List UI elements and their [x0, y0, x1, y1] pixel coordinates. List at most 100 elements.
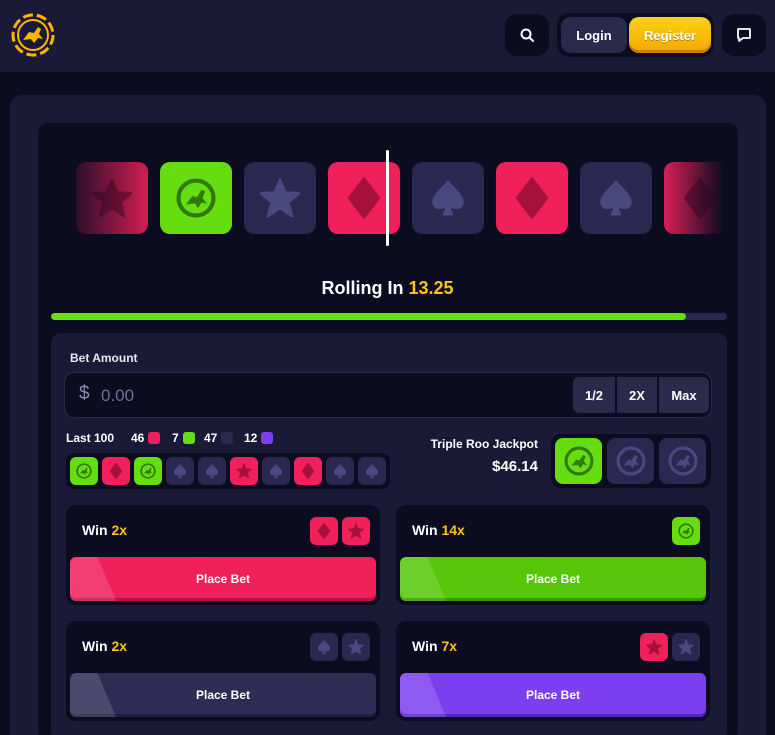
- top-header: Login Register: [0, 0, 775, 72]
- reel-tile-diamond: [328, 162, 400, 234]
- card-title: Win 14x: [412, 522, 465, 538]
- round-progress-bar: [51, 313, 727, 320]
- kangaroo-icon: [140, 463, 156, 479]
- max-bet-button[interactable]: Max: [659, 377, 709, 413]
- place-bet-purple-button[interactable]: Place Bet: [70, 673, 376, 717]
- history-tile-kangaroo: [70, 457, 98, 485]
- history-tile-kangaroo: [134, 457, 162, 485]
- card-title: Win 7x: [412, 638, 457, 654]
- stat-purple-count: 47: [204, 431, 218, 445]
- jackpot-slots: [551, 434, 711, 488]
- history-tile-spade: [326, 457, 354, 485]
- win-label: Win: [82, 522, 108, 538]
- bet-card-green: Win 14x Place Bet: [396, 505, 710, 605]
- history-tile-spade: [358, 457, 386, 485]
- login-button[interactable]: Login: [561, 17, 627, 53]
- reel-pointer: [386, 150, 389, 246]
- double-bet-button[interactable]: 2X: [617, 377, 657, 413]
- purple-swatch: [221, 432, 234, 444]
- badge-star: [640, 633, 668, 661]
- history-tile-spade: [198, 457, 226, 485]
- red-swatch: [148, 432, 161, 444]
- stat-red: 46: [131, 431, 161, 445]
- register-button[interactable]: Register: [629, 17, 711, 53]
- star-icon: [678, 639, 694, 655]
- roo-logo-icon[interactable]: [10, 12, 56, 58]
- stat-purple: 47: [204, 431, 234, 445]
- star-icon: [91, 178, 133, 218]
- diamond-icon: [317, 522, 331, 540]
- violet-swatch: [261, 432, 274, 444]
- jackpot-slot-empty: [659, 438, 706, 484]
- chat-icon: [737, 28, 751, 42]
- reel-tile-spade: [580, 162, 652, 234]
- search-icon: [520, 28, 534, 42]
- kangaroo-icon: [76, 463, 92, 479]
- card-badges: [672, 517, 700, 545]
- win-label: Win: [412, 638, 438, 654]
- search-button[interactable]: [505, 14, 549, 56]
- reel-tile-diamond: [664, 162, 727, 234]
- card-title: Win 2x: [82, 522, 127, 538]
- history-tile-spade: [262, 457, 290, 485]
- star-icon: [236, 463, 252, 479]
- star-icon: [259, 178, 301, 218]
- history-tile-star: [230, 457, 258, 485]
- place-bet-violet-button[interactable]: Place Bet: [400, 673, 706, 717]
- card-title: Win 2x: [82, 638, 127, 654]
- diamond-icon: [515, 177, 549, 219]
- history-tile-spade: [166, 457, 194, 485]
- spade-icon: [432, 179, 464, 216]
- rolling-label: Rolling In: [321, 278, 404, 298]
- badge-star: [342, 633, 370, 661]
- diamond-icon: [301, 462, 315, 480]
- jackpot-value: $46.14: [492, 458, 538, 475]
- half-bet-button[interactable]: 1/2: [573, 377, 615, 413]
- bet-amount-field: $ 1/2 2X Max: [64, 372, 712, 418]
- diamond-icon: [683, 177, 717, 219]
- win-label: Win: [82, 638, 108, 654]
- kangaroo-icon: [678, 523, 694, 539]
- green-swatch: [182, 432, 195, 444]
- badge-kangaroo: [672, 517, 700, 545]
- jackpot-slot-empty: [607, 438, 654, 484]
- bet-card-purple: Win 2x Place Bet: [66, 621, 380, 721]
- kangaroo-icon: [176, 178, 216, 218]
- reel-tile-diamond: [496, 162, 568, 234]
- jackpot-title: Triple Roo Jackpot: [430, 437, 538, 451]
- history-tile-diamond: [294, 457, 322, 485]
- round-progress-fill: [51, 313, 687, 320]
- last-100-label: Last 100: [66, 431, 115, 445]
- bet-amount-input[interactable]: [101, 381, 501, 411]
- card-badges: [310, 633, 370, 661]
- reel-tile-star: [244, 162, 316, 234]
- kangaroo-icon: [616, 446, 645, 476]
- spade-icon: [205, 463, 219, 478]
- rolling-timer: 13.25: [408, 278, 454, 298]
- badge-spade: [310, 633, 338, 661]
- place-bet-red-button[interactable]: Place Bet: [70, 557, 376, 601]
- stat-violet-count: 12: [244, 431, 258, 445]
- spade-icon: [333, 463, 347, 478]
- win-label: Win: [412, 522, 438, 538]
- stat-green-count: 7: [172, 431, 179, 445]
- reel-tile-star: [76, 162, 148, 234]
- diamond-icon: [347, 177, 381, 219]
- multiplier: 2x: [111, 638, 128, 654]
- kangaroo-icon: [564, 446, 593, 476]
- roll-history: [66, 453, 390, 489]
- chat-button[interactable]: [722, 14, 766, 56]
- spade-icon: [317, 639, 331, 654]
- star-icon: [348, 523, 364, 539]
- jackpot-slot-filled: [555, 438, 602, 484]
- rolling-status: Rolling In 13.25: [0, 278, 775, 299]
- spade-icon: [365, 463, 379, 478]
- bet-card-violet: Win 7x Place Bet: [396, 621, 710, 721]
- place-bet-green-button[interactable]: Place Bet: [400, 557, 706, 601]
- badge-star: [672, 633, 700, 661]
- kangaroo-icon: [668, 446, 697, 476]
- bet-card-red: Win 2x Place Bet: [66, 505, 380, 605]
- stat-violet: 12: [244, 431, 274, 445]
- auth-buttons: Login Register: [557, 13, 714, 57]
- multiplier: 14x: [441, 522, 465, 538]
